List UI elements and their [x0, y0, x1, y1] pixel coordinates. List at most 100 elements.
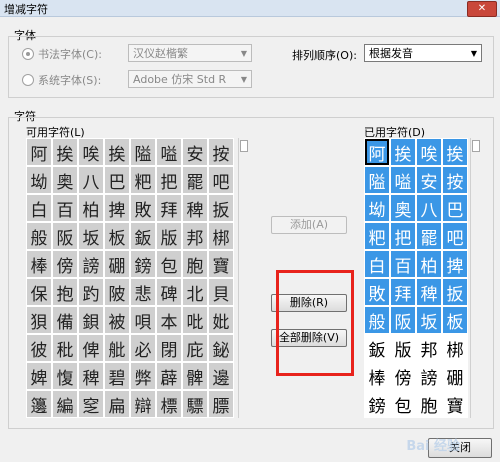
char-cell[interactable]: 八 — [78, 166, 104, 194]
char-cell[interactable]: 柏 — [416, 250, 442, 278]
char-cell[interactable]: 按 — [208, 138, 234, 166]
char-cell[interactable]: 敗 — [130, 194, 156, 222]
char-cell[interactable]: 鎊 — [364, 390, 390, 418]
char-cell[interactable]: 陂 — [104, 278, 130, 306]
system-font-select[interactable]: Adobe 仿宋 Std R ▼ — [128, 70, 252, 88]
char-cell[interactable]: 俾 — [78, 334, 104, 362]
char-cell[interactable]: 阿 — [26, 138, 52, 166]
char-cell[interactable]: 唉 — [416, 138, 442, 166]
calligraphy-font-radio[interactable]: 书法字体(C): — [22, 46, 102, 62]
char-cell[interactable]: 百 — [390, 250, 416, 278]
char-cell[interactable]: 吧 — [442, 222, 468, 250]
char-cell[interactable]: 按 — [442, 166, 468, 194]
sort-order-select[interactable]: 根据发音 ▼ — [364, 44, 482, 62]
char-cell[interactable]: 窆 — [78, 390, 104, 418]
char-cell[interactable]: 弊 — [130, 362, 156, 390]
char-cell[interactable]: 本 — [156, 306, 182, 334]
char-cell[interactable]: 板 — [442, 306, 468, 334]
char-cell[interactable]: 棒 — [364, 362, 390, 390]
char-cell[interactable]: 稗 — [416, 278, 442, 306]
char-cell[interactable]: 悲 — [130, 278, 156, 306]
char-cell[interactable]: 愎 — [52, 362, 78, 390]
char-cell[interactable]: 百 — [52, 194, 78, 222]
char-cell[interactable]: 坳 — [364, 194, 390, 222]
char-cell[interactable]: 鈑 — [364, 334, 390, 362]
char-cell[interactable]: 貝 — [208, 278, 234, 306]
char-cell[interactable]: 板 — [104, 222, 130, 250]
char-cell[interactable]: 安 — [416, 166, 442, 194]
char-cell[interactable]: 白 — [26, 194, 52, 222]
char-cell[interactable]: 北 — [182, 278, 208, 306]
char-cell[interactable]: 吡 — [182, 306, 208, 334]
char-cell[interactable]: 碑 — [156, 278, 182, 306]
used-scrollbar[interactable] — [470, 138, 481, 418]
char-cell[interactable]: 髀 — [182, 362, 208, 390]
char-cell[interactable]: 備 — [52, 306, 78, 334]
char-cell[interactable]: 吧 — [208, 166, 234, 194]
char-cell[interactable]: 邦 — [182, 222, 208, 250]
char-cell[interactable]: 坳 — [26, 166, 52, 194]
char-cell[interactable]: 趵 — [78, 278, 104, 306]
char-cell[interactable]: 奥 — [52, 166, 78, 194]
char-cell[interactable]: 包 — [156, 250, 182, 278]
char-cell[interactable]: 阪 — [52, 222, 78, 250]
char-cell[interactable]: 挨 — [390, 138, 416, 166]
char-cell[interactable]: 標 — [156, 390, 182, 418]
char-cell[interactable]: 彼 — [26, 334, 52, 362]
char-cell[interactable]: 鋇 — [78, 306, 104, 334]
char-cell[interactable]: 挨 — [442, 138, 468, 166]
char-cell[interactable]: 坂 — [78, 222, 104, 250]
scroll-thumb[interactable] — [240, 140, 248, 152]
char-cell[interactable]: 薜 — [156, 362, 182, 390]
char-cell[interactable]: 捭 — [104, 194, 130, 222]
char-cell[interactable]: 硼 — [104, 250, 130, 278]
char-cell[interactable]: 安 — [182, 138, 208, 166]
system-font-radio[interactable]: 系统字体(S): — [22, 72, 101, 88]
char-cell[interactable]: 阪 — [390, 306, 416, 334]
char-cell[interactable]: 敗 — [364, 278, 390, 306]
char-cell[interactable]: 梆 — [208, 222, 234, 250]
char-cell[interactable]: 把 — [156, 166, 182, 194]
char-cell[interactable]: 胞 — [416, 390, 442, 418]
char-cell[interactable]: 硼 — [442, 362, 468, 390]
char-cell[interactable]: 巴 — [104, 166, 130, 194]
char-cell[interactable]: 必 — [130, 334, 156, 362]
char-cell[interactable]: 寶 — [442, 390, 468, 418]
char-cell[interactable]: 拜 — [390, 278, 416, 306]
char-cell[interactable]: 籩 — [26, 390, 52, 418]
char-cell[interactable]: 版 — [390, 334, 416, 362]
char-cell[interactable]: 嗌 — [156, 138, 182, 166]
char-cell[interactable]: 驃 — [182, 390, 208, 418]
char-cell[interactable]: 邊 — [208, 362, 234, 390]
char-cell[interactable]: 坂 — [416, 306, 442, 334]
char-cell[interactable]: 閉 — [156, 334, 182, 362]
char-cell[interactable]: 八 — [416, 194, 442, 222]
char-cell[interactable]: 舭 — [104, 334, 130, 362]
char-cell[interactable]: 白 — [364, 250, 390, 278]
char-cell[interactable]: 包 — [390, 390, 416, 418]
char-cell[interactable]: 罷 — [182, 166, 208, 194]
char-cell[interactable]: 胞 — [182, 250, 208, 278]
char-cell[interactable]: 挨 — [52, 138, 78, 166]
char-cell[interactable]: 庇 — [182, 334, 208, 362]
char-cell[interactable]: 稗 — [182, 194, 208, 222]
char-cell[interactable]: 扳 — [442, 278, 468, 306]
calligraphy-font-select[interactable]: 汉仪赵楷繁 ▼ — [128, 44, 252, 62]
char-cell[interactable]: 辯 — [130, 390, 156, 418]
char-cell[interactable]: 隘 — [130, 138, 156, 166]
char-cell[interactable]: 唉 — [78, 138, 104, 166]
char-cell[interactable]: 粑 — [364, 222, 390, 250]
char-cell[interactable]: 抱 — [52, 278, 78, 306]
char-cell[interactable]: 稗 — [78, 362, 104, 390]
char-cell[interactable]: 保 — [26, 278, 52, 306]
used-chars-grid[interactable]: 阿挨唉挨隘嗌安按坳奥八巴粑把罷吧白百柏捭敗拜稗扳般阪坂板鈑版邦梆棒傍謗硼鎊包胞寶 — [364, 138, 468, 418]
close-window-button[interactable]: ✕ — [467, 1, 497, 17]
char-cell[interactable]: 傍 — [390, 362, 416, 390]
char-cell[interactable]: 鉍 — [208, 334, 234, 362]
scroll-thumb[interactable] — [472, 140, 480, 152]
available-chars-grid[interactable]: 阿挨唉挨隘嗌安按坳奥八巴粑把罷吧白百柏捭敗拜稗扳般阪坂板鈑版邦梆棒傍謗硼鎊包胞寶… — [26, 138, 234, 418]
char-cell[interactable]: 鎊 — [130, 250, 156, 278]
char-cell[interactable]: 扁 — [104, 390, 130, 418]
char-cell[interactable]: 邦 — [416, 334, 442, 362]
char-cell[interactable]: 秕 — [52, 334, 78, 362]
